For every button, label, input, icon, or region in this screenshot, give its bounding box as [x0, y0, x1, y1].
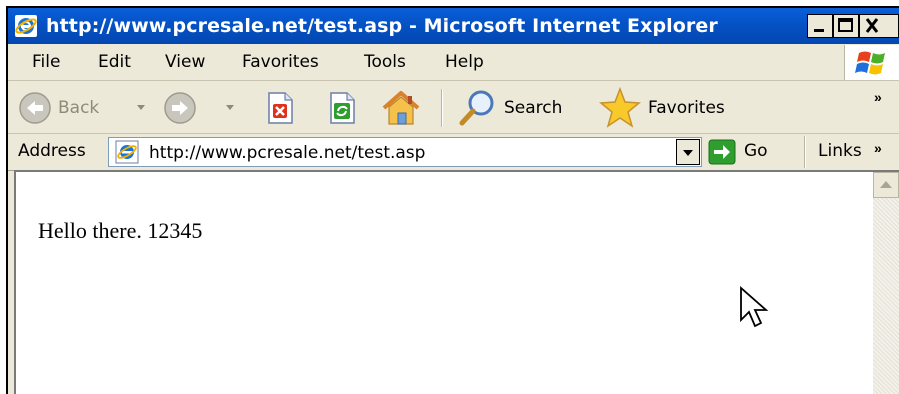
- address-url: http://www.pcresale.net/test.asp: [149, 143, 426, 163]
- home-icon[interactable]: [380, 88, 422, 128]
- forward-arrow-icon: [164, 92, 196, 124]
- page-content: Hello there. 12345: [14, 170, 899, 394]
- maximize-icon: [838, 18, 853, 32]
- menu-help[interactable]: Help: [445, 52, 484, 72]
- window-title: http://www.pcresale.net/test.asp - Micro…: [46, 15, 718, 37]
- windows-flag-icon: [855, 51, 885, 75]
- go-button[interactable]: Go: [708, 137, 784, 167]
- go-arrow-icon: [708, 139, 736, 165]
- scroll-up-arrow-icon: [880, 181, 892, 188]
- refresh-icon[interactable]: [324, 90, 360, 126]
- close-icon: [865, 18, 879, 33]
- mouse-cursor-icon: [740, 286, 769, 328]
- toolbar-overflow-chevron[interactable]: »: [874, 89, 882, 105]
- address-dropdown-button[interactable]: [676, 139, 700, 165]
- menu-tools[interactable]: Tools: [364, 52, 406, 72]
- favorites-star-icon: [599, 86, 641, 128]
- back-arrow-icon: [19, 92, 51, 124]
- back-dropdown-icon: [137, 105, 145, 110]
- back-button[interactable]: Back: [18, 91, 156, 125]
- scroll-up-button[interactable]: [873, 172, 899, 198]
- ie-page-icon: [115, 140, 139, 164]
- stop-icon[interactable]: [262, 90, 298, 126]
- ie-icon: [15, 15, 37, 37]
- title-bar[interactable]: http://www.pcresale.net/test.asp - Micro…: [8, 8, 899, 44]
- forward-button[interactable]: [163, 91, 243, 125]
- chevron-down-icon: [683, 150, 693, 156]
- address-field[interactable]: http://www.pcresale.net/test.asp: [108, 137, 702, 167]
- menu-edit[interactable]: Edit: [98, 52, 131, 72]
- address-separator: [804, 136, 806, 168]
- links-label[interactable]: Links: [818, 141, 862, 161]
- page-text: Hello there. 12345: [38, 218, 203, 243]
- favorites-button[interactable]: Favorites: [598, 86, 758, 130]
- go-label: Go: [744, 141, 768, 161]
- browser-window: http://www.pcresale.net/test.asp - Micro…: [6, 6, 899, 394]
- search-label: Search: [504, 98, 563, 118]
- standard-buttons-row: Back Search Favorites »: [8, 81, 899, 134]
- favorites-label: Favorites: [648, 98, 725, 118]
- address-bar-row: Address http://www.pcresale.net/test.asp: [8, 134, 899, 171]
- menu-file[interactable]: File: [32, 52, 60, 72]
- toolbar: Back Search Favorites » Address http://w…: [8, 81, 899, 171]
- menu-bar: File Edit View Favorites Tools Help: [8, 44, 899, 81]
- back-label: Back: [58, 98, 100, 118]
- minimize-icon: [814, 29, 824, 32]
- vertical-scrollbar[interactable]: [873, 172, 899, 394]
- search-button[interactable]: Search: [456, 87, 586, 129]
- toolbar-separator: [441, 89, 443, 127]
- minimize-button[interactable]: [807, 14, 833, 38]
- maximize-button[interactable]: [833, 14, 859, 38]
- close-button[interactable]: [859, 14, 899, 38]
- search-icon: [459, 90, 494, 126]
- address-label: Address: [18, 141, 86, 161]
- links-overflow-chevron[interactable]: »: [874, 140, 882, 156]
- menu-favorites[interactable]: Favorites: [242, 52, 319, 72]
- forward-dropdown-icon: [226, 105, 234, 110]
- menu-view[interactable]: View: [165, 52, 205, 72]
- windows-logo: [844, 45, 899, 80]
